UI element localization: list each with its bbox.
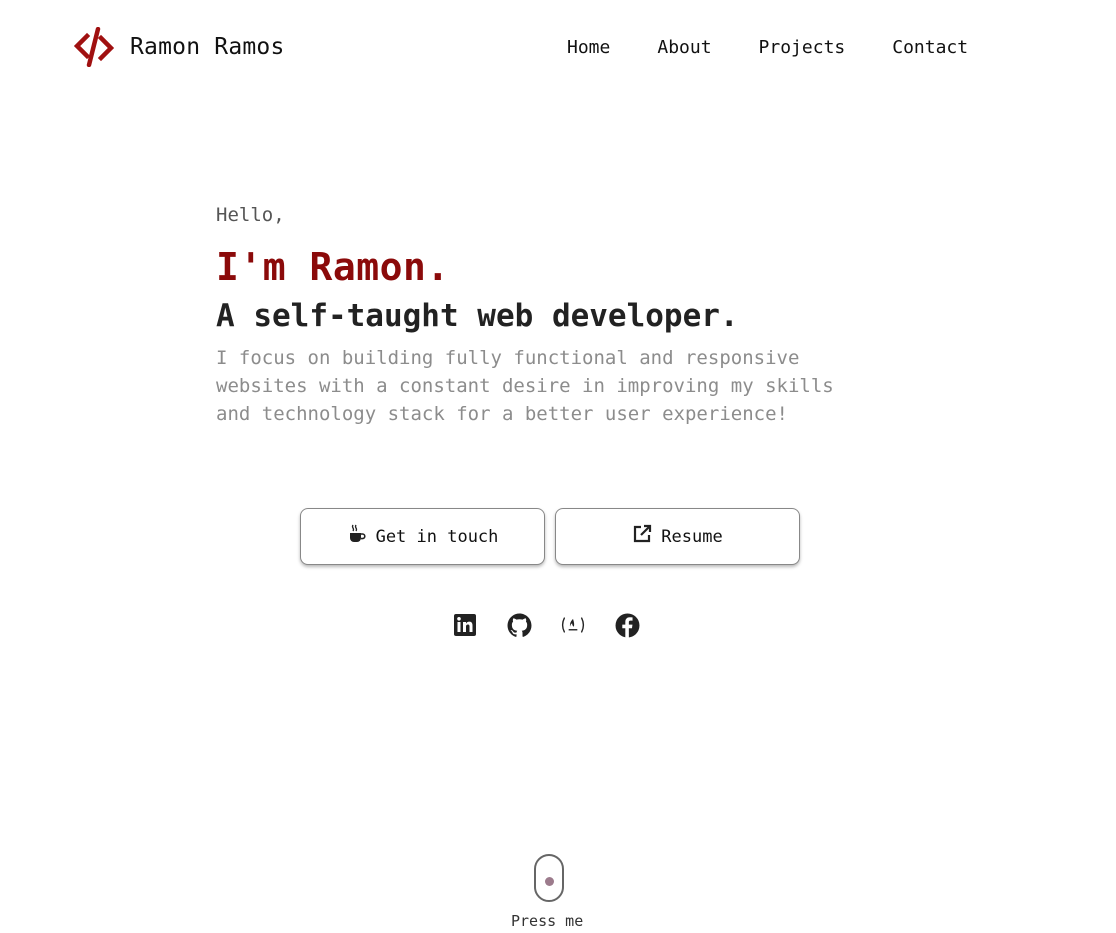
linkedin-icon[interactable] bbox=[452, 612, 478, 638]
hero-tagline: A self-taught web developer. bbox=[216, 298, 739, 334]
code-slash-icon bbox=[73, 26, 115, 68]
github-icon[interactable] bbox=[506, 612, 532, 638]
nav-contact[interactable]: Contact bbox=[892, 36, 968, 60]
resume-button[interactable]: Resume bbox=[555, 508, 800, 565]
hero-name: I'm Ramon. bbox=[216, 245, 450, 289]
hero-description: I focus on building fully functional and… bbox=[216, 347, 834, 425]
cta-buttons: Get in touch Resume bbox=[300, 508, 800, 565]
coffee-cup-icon bbox=[347, 524, 376, 549]
nav-projects[interactable]: Projects bbox=[759, 36, 846, 60]
scroll-dot bbox=[545, 877, 554, 886]
main-nav: Home About Projects Contact bbox=[567, 36, 968, 60]
facebook-icon[interactable] bbox=[614, 612, 640, 638]
get-in-touch-button[interactable]: Get in touch bbox=[300, 508, 545, 565]
resume-label: Resume bbox=[661, 526, 723, 547]
nav-about[interactable]: About bbox=[657, 36, 711, 60]
get-in-touch-label: Get in touch bbox=[375, 526, 499, 547]
external-link-icon bbox=[632, 524, 661, 549]
site-header: Ramon Ramos Home About Projects Contact bbox=[0, 0, 1116, 96]
logo-link[interactable]: Ramon Ramos bbox=[73, 26, 285, 68]
press-me-label: Press me bbox=[511, 912, 584, 930]
greeting: Hello, bbox=[216, 204, 285, 226]
nav-home[interactable]: Home bbox=[567, 36, 610, 60]
hero-section: Hello, I'm Ramon. A self-taught web deve… bbox=[216, 200, 876, 428]
site-name: Ramon Ramos bbox=[130, 34, 285, 60]
freecodecamp-icon[interactable] bbox=[560, 612, 586, 638]
scroll-indicator[interactable] bbox=[534, 854, 564, 902]
social-links bbox=[452, 612, 640, 638]
